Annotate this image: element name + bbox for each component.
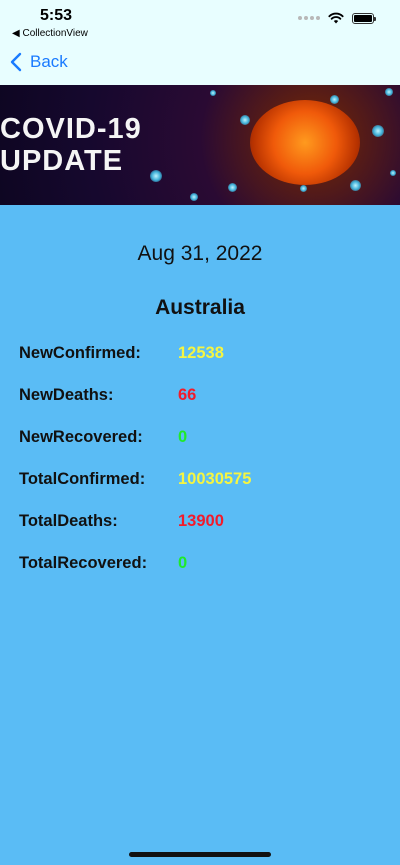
back-button-label: Back bbox=[30, 52, 68, 71]
stat-value-new-deaths: 66 bbox=[178, 386, 197, 404]
navigation-bar: 5:53 ◀ CollectionView Back bbox=[0, 0, 400, 85]
virus-illustration bbox=[250, 100, 360, 185]
stat-label-new-recovered: NewRecovered: bbox=[19, 428, 143, 446]
chevron-left-icon bbox=[10, 52, 22, 72]
banner-title: COVID-19 UPDATE bbox=[0, 113, 142, 177]
stat-label-total-confirmed: TotalConfirmed: bbox=[19, 470, 146, 488]
stat-label-total-recovered: TotalRecovered: bbox=[19, 554, 148, 572]
signal-icon bbox=[298, 16, 320, 20]
battery-icon bbox=[352, 12, 376, 24]
wifi-icon bbox=[328, 12, 344, 24]
stat-value-new-recovered: 0 bbox=[178, 428, 188, 446]
country-name: Australia bbox=[155, 296, 245, 319]
stat-label-total-deaths: TotalDeaths: bbox=[19, 512, 118, 530]
stat-label-new-confirmed: NewConfirmed: bbox=[19, 344, 141, 362]
status-back-to-app-link[interactable]: ◀ CollectionView bbox=[12, 28, 88, 39]
report-date: Aug 31, 2022 bbox=[137, 242, 263, 265]
stat-label-new-deaths: NewDeaths: bbox=[19, 386, 114, 404]
home-indicator[interactable] bbox=[129, 852, 271, 857]
stat-value-total-confirmed: 10030575 bbox=[178, 470, 252, 488]
stat-value-new-confirmed: 12538 bbox=[178, 344, 224, 362]
back-button[interactable]: Back bbox=[10, 52, 68, 72]
status-icons bbox=[298, 12, 376, 24]
covid-banner-image: COVID-19 UPDATE bbox=[0, 85, 400, 205]
stat-value-total-recovered: 0 bbox=[178, 554, 188, 572]
status-time: 5:53 bbox=[40, 7, 73, 24]
stat-value-total-deaths: 13900 bbox=[178, 512, 224, 530]
